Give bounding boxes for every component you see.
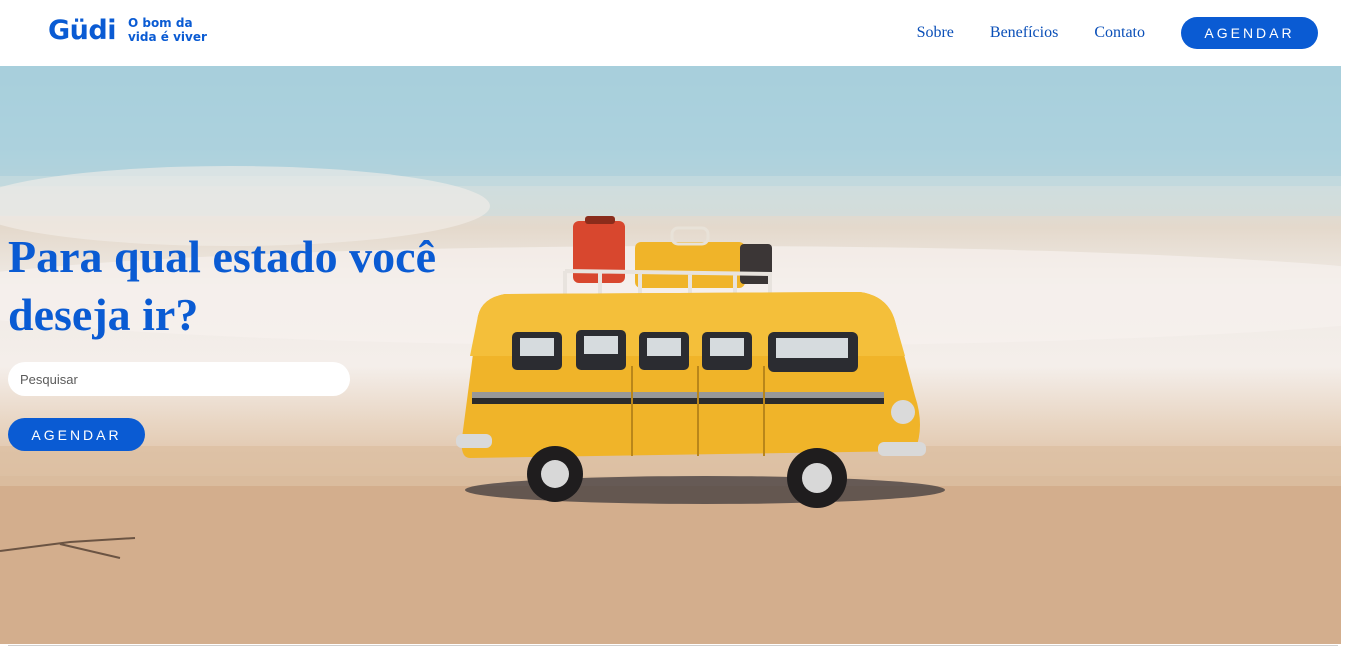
search-input[interactable]	[8, 362, 350, 396]
nav-link-beneficios[interactable]: Benefícios	[990, 17, 1058, 49]
brand-logo[interactable]: Güdi O bom da vida é viver	[48, 16, 218, 44]
hero-title: Para qual estado você deseja ir?	[8, 231, 437, 340]
site-header: Güdi O bom da vida é viver Sobre Benefíc…	[0, 0, 1345, 66]
main-nav: Sobre Benefícios Contato AGENDAR	[917, 17, 1318, 49]
hero-background-image	[0, 66, 1341, 644]
logo-tagline: O bom da vida é viver	[127, 16, 207, 44]
nav-link-sobre[interactable]: Sobre	[917, 17, 954, 49]
header-agendar-button[interactable]: AGENDAR	[1181, 17, 1318, 49]
nav-link-contato[interactable]: Contato	[1094, 17, 1145, 49]
page-divider	[8, 645, 1338, 646]
hero-section: Para qual estado você deseja ir? AGENDAR	[0, 66, 1341, 644]
logo-wordmark: Güdi	[48, 14, 116, 46]
hero-agendar-button[interactable]: AGENDAR	[8, 418, 145, 451]
